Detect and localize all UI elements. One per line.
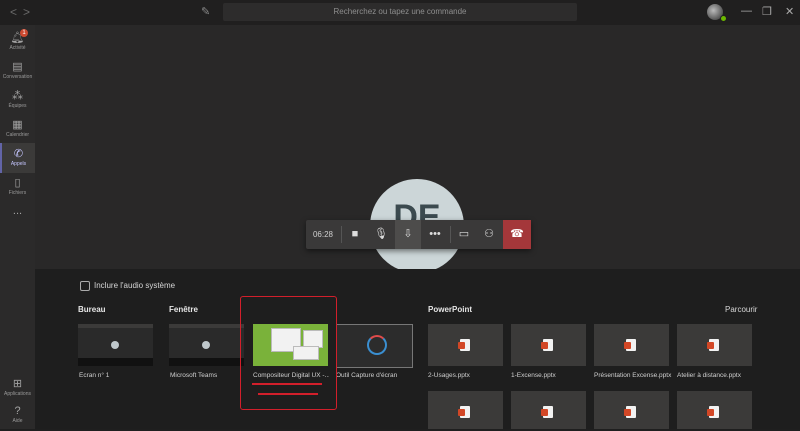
sidebar-item-equipes[interactable]: ⁂ Équipes: [0, 85, 35, 115]
snipping-tool-icon: [367, 335, 387, 355]
share-screen-button[interactable]: ⇩: [395, 220, 421, 249]
participants-icon: ⚇: [484, 228, 494, 240]
powerpoint-thumbnail[interactable]: [594, 391, 669, 429]
teams-icon: ⁂: [12, 90, 23, 102]
powerpoint-thumbnail[interactable]: [677, 391, 752, 429]
screen-thumbnail[interactable]: [78, 324, 153, 366]
powerpoint-icon: [541, 406, 553, 418]
compose-icon[interactable]: ✎: [201, 5, 210, 18]
calendar-icon: ▦: [12, 119, 23, 131]
section-title-desktop: Bureau: [78, 305, 106, 314]
chat-icon: ▤: [12, 61, 23, 73]
minimize-icon[interactable]: —: [741, 5, 752, 17]
thumbnail-label: Atelier à distance.pptx: [677, 372, 741, 379]
call-timer: 06:28: [312, 230, 334, 239]
sidebar-item-label: Conversation: [2, 74, 33, 80]
sidebar-item-appels[interactable]: ✆ Appels: [0, 143, 35, 173]
screen-avatar: [111, 341, 119, 349]
microphone-icon: 🎙︎: [374, 228, 388, 240]
call-control-bar: 06:28 ■ 🎙︎ ⇩ ••• ▭ ⚇ ☎: [306, 220, 531, 249]
include-audio-option[interactable]: Inclure l'audio système: [80, 281, 175, 291]
chat-button[interactable]: ▭: [451, 220, 477, 249]
more-actions-button[interactable]: •••: [422, 220, 448, 249]
annotation-underline: [252, 383, 322, 385]
camera-button[interactable]: ■: [342, 220, 368, 249]
section-title-powerpoint: PowerPoint: [428, 305, 473, 314]
camera-icon: ■: [351, 228, 359, 240]
microphone-button[interactable]: 🎙︎: [368, 220, 394, 249]
more-icon: ...: [12, 205, 23, 217]
back-arrow-icon[interactable]: <: [10, 5, 17, 19]
thumbnail-label: 1-Excense.pptx: [511, 372, 556, 379]
powerpoint-icon: [458, 406, 470, 418]
ellipsis-icon: •••: [429, 228, 441, 240]
close-icon[interactable]: ✕: [785, 5, 794, 18]
notification-badge: 1: [20, 29, 28, 37]
sidebar-item-calendrier[interactable]: ▦ Calendrier: [0, 114, 35, 144]
powerpoint-thumbnail[interactable]: [594, 324, 669, 366]
thumbnail-label: 2-Usages.pptx: [428, 372, 470, 379]
sidebar-item-label: Appels: [10, 161, 27, 167]
help-icon: ?: [14, 405, 21, 417]
screen-taskbar: [78, 358, 153, 366]
more-apps-button[interactable]: ...: [0, 201, 35, 231]
include-audio-label: Inclure l'audio système: [94, 281, 176, 291]
app-bar: 🔔︎ Activité 1 ▤ Conversation ⁂ Équipes ▦…: [0, 25, 35, 429]
search-input[interactable]: Recherchez ou tapez une commande: [223, 3, 577, 21]
section-title-window: Fenêtre: [169, 305, 198, 314]
include-audio-checkbox[interactable]: [80, 281, 90, 291]
sidebar-item-applications[interactable]: ⊞ Applications: [0, 373, 35, 403]
annotation-underline: [258, 393, 318, 395]
sidebar-item-label: Activité: [9, 45, 26, 51]
window-footer: [169, 358, 244, 366]
phone-icon: ✆: [13, 148, 24, 160]
restore-icon[interactable]: ❐: [762, 5, 772, 18]
sidebar-item-label: Aide: [12, 418, 23, 424]
thumbnail-label: Présentation Excense.pptx: [594, 372, 672, 379]
window-thumbnail-teams[interactable]: [169, 324, 244, 366]
participants-button[interactable]: ⚇: [476, 220, 502, 249]
presence-status-icon: [720, 15, 727, 22]
file-icon: ▯: [14, 177, 21, 189]
thumbnail-label: Microsoft Teams: [170, 372, 218, 379]
powerpoint-thumbnail[interactable]: [677, 324, 752, 366]
thumbnail-label: Outil Capture d'écran: [336, 372, 398, 379]
sidebar-item-label: Calendrier: [5, 132, 30, 138]
powerpoint-thumbnail[interactable]: [511, 324, 586, 366]
powerpoint-icon: [624, 406, 636, 418]
sidebar-item-fichiers[interactable]: ▯ Fichiers: [0, 172, 35, 202]
bell-icon: 🔔︎: [10, 32, 25, 44]
sidebar-item-label: Équipes: [8, 103, 27, 109]
powerpoint-thumbnail[interactable]: [428, 391, 503, 429]
browse-button[interactable]: Parcourir: [725, 305, 757, 314]
thumbnail-label: Écran n° 1: [79, 372, 110, 379]
sidebar-item-label: Applications: [4, 391, 31, 397]
forward-arrow-icon[interactable]: >: [23, 5, 30, 19]
sidebar-item-conversation[interactable]: ▤ Conversation: [0, 56, 35, 86]
share-screen-icon: ⇩: [403, 228, 413, 240]
powerpoint-thumbnail[interactable]: [428, 324, 503, 366]
title-bar: < > ✎ Recherchez ou tapez une commande —…: [0, 0, 800, 25]
sidebar-item-activite[interactable]: 🔔︎ Activité 1: [0, 27, 35, 57]
powerpoint-thumbnail[interactable]: [511, 391, 586, 429]
window-thumbnail-capture[interactable]: [336, 324, 413, 368]
chat-icon: ▭: [458, 228, 470, 240]
powerpoint-icon: [707, 339, 719, 351]
apps-icon: ⊞: [12, 378, 23, 390]
sidebar-item-aide[interactable]: ? Aide: [0, 401, 35, 431]
powerpoint-icon: [458, 339, 470, 351]
powerpoint-icon: [707, 406, 719, 418]
powerpoint-icon: [624, 339, 636, 351]
hang-up-button[interactable]: ☎: [503, 220, 531, 249]
sidebar-item-label: Fichiers: [8, 190, 27, 196]
window-avatar: [202, 341, 210, 349]
powerpoint-icon: [541, 339, 553, 351]
hang-up-icon: ☎: [510, 228, 524, 240]
